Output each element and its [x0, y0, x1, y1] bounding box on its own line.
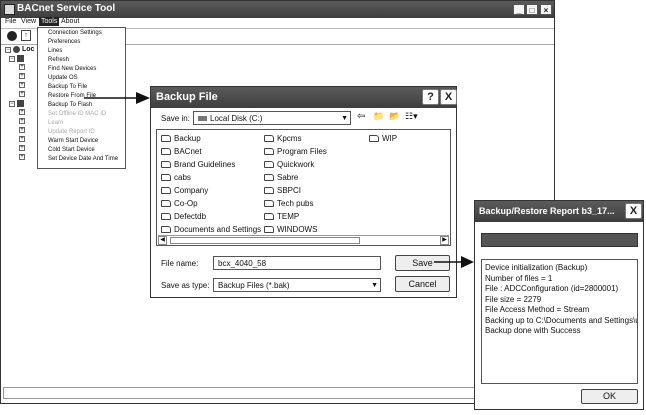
arrow-head-icon — [136, 92, 150, 104]
callout-arrows — [84, 92, 474, 268]
arrow-head-icon — [461, 256, 474, 268]
